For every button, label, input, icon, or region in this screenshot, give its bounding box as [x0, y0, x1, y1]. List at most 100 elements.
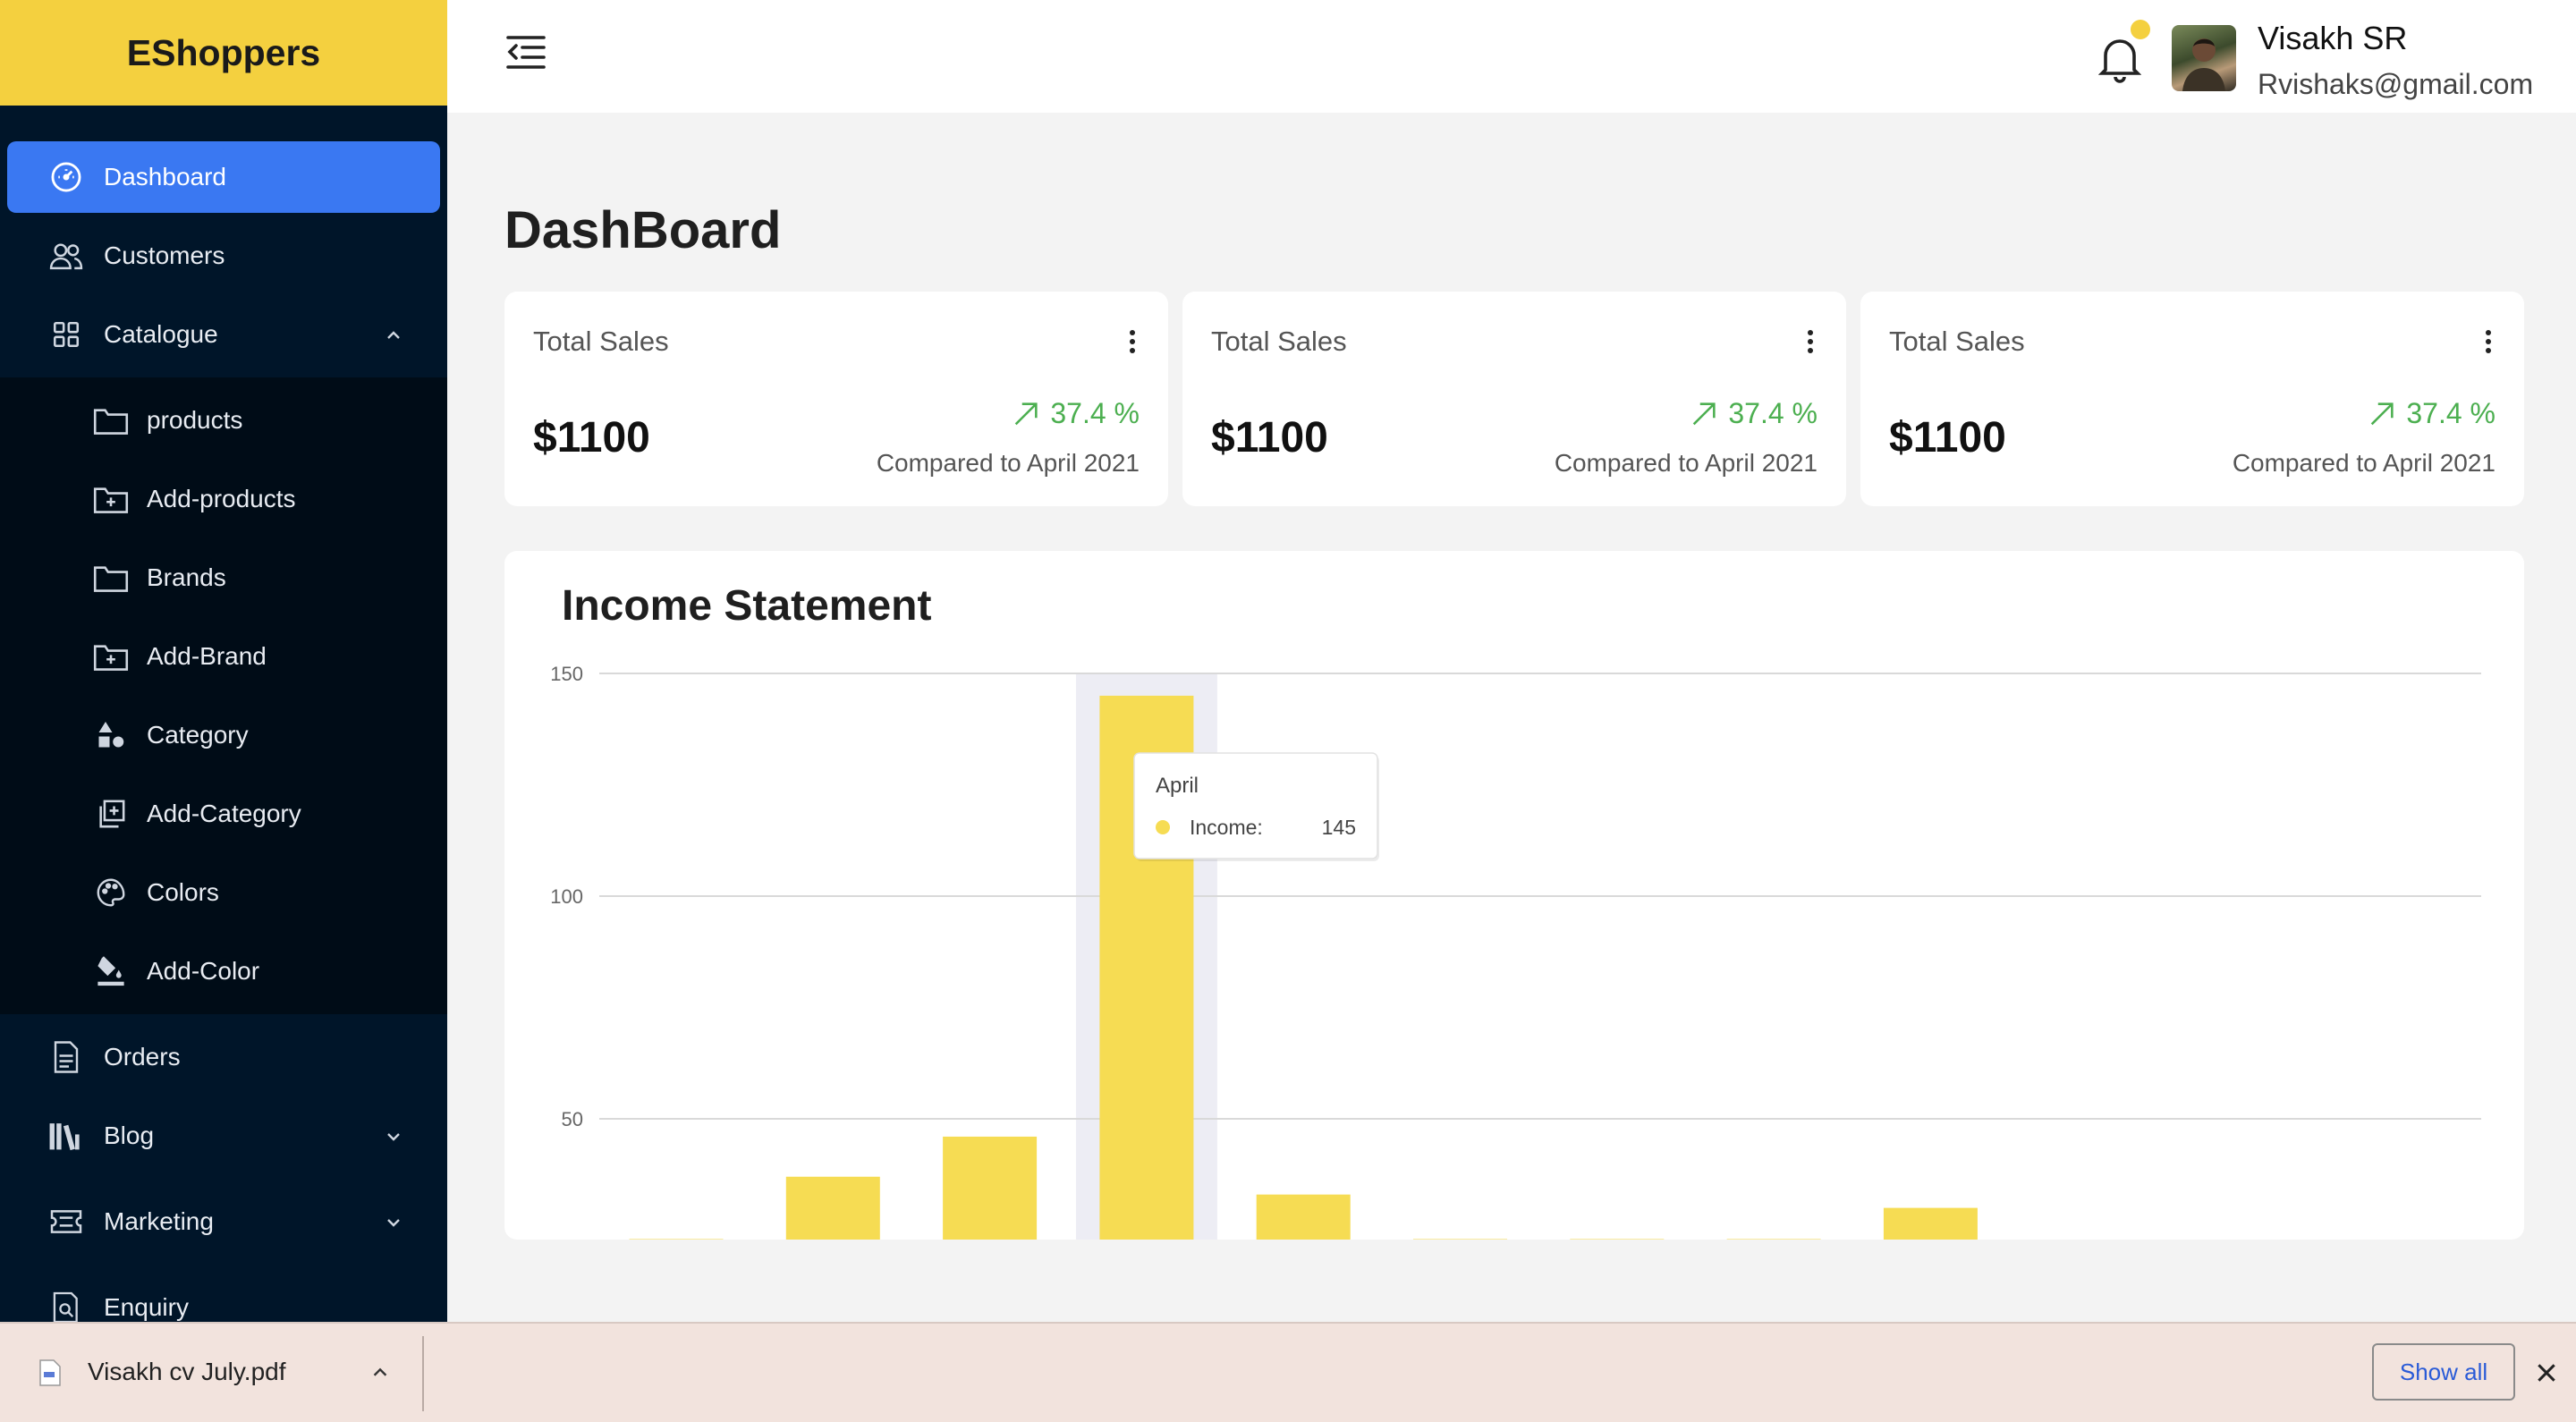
y-tick-label: 100 — [550, 885, 583, 908]
stat-card-value: $1100 — [533, 414, 650, 461]
sidebar: EShoppers Dashboard Customers Catalogue … — [0, 0, 447, 1322]
stat-card: Total Sales $1100 37.4 % Compared to Apr… — [504, 292, 1168, 506]
sidebar-item-label: Add-Category — [147, 800, 301, 827]
sidebar-item-label: Enquiry — [104, 1293, 189, 1321]
stat-card: Total Sales $1100 37.4 % Compared to Apr… — [1182, 292, 1846, 506]
menu-collapse-icon[interactable] — [504, 34, 547, 70]
chart-bar[interactable] — [1413, 1239, 1507, 1240]
sidebar-item-blog[interactable]: Blog — [7, 1100, 440, 1172]
ticket-icon — [48, 1204, 84, 1240]
chart-bar[interactable] — [1570, 1239, 1665, 1240]
y-tick-label: 150 — [550, 663, 583, 685]
divider — [422, 1336, 424, 1411]
sidebar-item-add-brand[interactable]: Add-Brand — [0, 621, 447, 692]
stat-card-compare: Compared to April 2021 — [1554, 449, 1818, 477]
sidebar-item-label: Catalogue — [104, 320, 218, 348]
shapes-icon — [91, 715, 131, 755]
top-header: Visakh SR Rvishaks@gmail.com — [447, 0, 2576, 113]
stat-card-change: 37.4 % — [1011, 397, 1140, 430]
chart-bar[interactable] — [1256, 1194, 1351, 1240]
stat-card-compare: Compared to April 2021 — [2232, 449, 2496, 477]
sidebar-item-label: products — [147, 406, 243, 434]
folder-add-icon — [91, 637, 131, 676]
trend-up-icon — [2371, 402, 2394, 425]
sidebar-item-add-products[interactable]: Add-products — [0, 463, 447, 535]
catalogue-submenu: products Add-products Brands Add-Brand C… — [0, 377, 447, 1014]
chart-bar[interactable] — [785, 1176, 880, 1240]
stat-card-label: Total Sales — [533, 326, 669, 357]
stat-card-label: Total Sales — [1211, 326, 1347, 357]
more-vertical-icon[interactable] — [1807, 329, 1814, 354]
chart-bar[interactable] — [1726, 1239, 1821, 1240]
notification-badge — [2131, 20, 2150, 39]
stat-card-change-value: 37.4 % — [1728, 397, 1818, 429]
folder-add-icon — [91, 479, 131, 519]
stat-card-change: 37.4 % — [1689, 397, 1818, 430]
chart-bar[interactable] — [1883, 1207, 1978, 1240]
tooltip-series-label: Income: — [1190, 816, 1263, 839]
sidebar-item-products[interactable]: products — [0, 385, 447, 456]
user-name: Visakh SR — [2258, 20, 2408, 56]
sidebar-item-label: Orders — [104, 1043, 181, 1071]
palette-icon — [91, 873, 131, 912]
sidebar-item-label: Brands — [147, 563, 226, 591]
chart-bar[interactable] — [943, 1136, 1038, 1240]
notification-bell-icon[interactable] — [2097, 34, 2142, 84]
sidebar-item-label: Dashboard — [104, 163, 226, 190]
tooltip-title: April — [1156, 774, 1199, 798]
dashboard-icon — [48, 159, 84, 195]
income-statement-card: 50 100 150 April Income: 145 Income Statement — [504, 551, 2524, 1240]
sidebar-item-label: Add-products — [147, 485, 296, 512]
sidebar-item-label: Blog — [104, 1122, 155, 1149]
more-vertical-icon[interactable] — [2485, 329, 2492, 354]
download-file-name[interactable]: Visakh cv July.pdf — [88, 1358, 286, 1386]
trend-up-icon — [1693, 402, 1716, 425]
more-vertical-icon[interactable] — [1129, 329, 1136, 354]
stat-card-change-value: 37.4 % — [1050, 397, 1140, 429]
show-all-button[interactable]: Show all — [2372, 1343, 2515, 1401]
income-chart[interactable]: 50 100 150 April Income: 145 — [504, 551, 2524, 1240]
y-tick-label: 50 — [562, 1108, 583, 1130]
page-title: DashBoard — [504, 201, 782, 259]
paint-bucket-icon — [91, 952, 131, 991]
sidebar-item-marketing[interactable]: Marketing — [7, 1186, 440, 1257]
stat-card-value: $1100 — [1889, 414, 2006, 461]
chevron-up-icon[interactable] — [370, 1363, 390, 1383]
books-icon — [48, 1118, 84, 1154]
sidebar-item-catalogue[interactable]: Catalogue — [7, 299, 440, 370]
sidebar-item-dashboard[interactable]: Dashboard — [7, 141, 440, 213]
sidebar-item-brands[interactable]: Brands — [0, 542, 447, 614]
stat-card-label: Total Sales — [1889, 326, 2025, 357]
stat-card-change-value: 37.4 % — [2406, 397, 2496, 429]
folder-icon — [91, 558, 131, 597]
sidebar-item-customers[interactable]: Customers — [7, 220, 440, 292]
grid-icon — [48, 317, 84, 352]
folder-icon — [91, 401, 131, 440]
add-square-icon — [91, 794, 131, 834]
sidebar-item-orders[interactable]: Orders — [7, 1021, 440, 1093]
sidebar-item-label: Colors — [147, 878, 219, 906]
sidebar-item-category[interactable]: Category — [0, 699, 447, 771]
avatar[interactable] — [2172, 25, 2236, 91]
users-icon — [48, 238, 84, 274]
close-icon[interactable] — [2535, 1361, 2558, 1384]
stat-card-change: 37.4 % — [2367, 397, 2496, 430]
sidebar-item-add-category[interactable]: Add-Category — [0, 778, 447, 850]
chart-title: Income Statement — [562, 582, 932, 630]
sidebar-item-enquiry[interactable]: Enquiry — [7, 1272, 440, 1322]
brand-logo[interactable]: EShoppers — [0, 0, 447, 106]
chart-tooltip: April Income: 145 — [1133, 752, 1379, 861]
chart-bar[interactable] — [629, 1239, 724, 1240]
sidebar-item-add-color[interactable]: Add-Color — [0, 935, 447, 1007]
sidebar-item-label: Category — [147, 721, 249, 749]
chevron-down-icon — [383, 1211, 404, 1232]
search-document-icon — [48, 1290, 84, 1322]
download-bar: Visakh cv July.pdf Show all — [0, 1322, 2576, 1422]
chevron-down-icon — [383, 1125, 404, 1147]
sidebar-item-label: Customers — [104, 241, 225, 269]
chevron-up-icon — [383, 324, 404, 345]
stat-card-compare: Compared to April 2021 — [876, 449, 1140, 477]
sidebar-item-colors[interactable]: Colors — [0, 857, 447, 928]
stat-card: Total Sales $1100 37.4 % Compared to Apr… — [1860, 292, 2524, 506]
stat-card-value: $1100 — [1211, 414, 1328, 461]
